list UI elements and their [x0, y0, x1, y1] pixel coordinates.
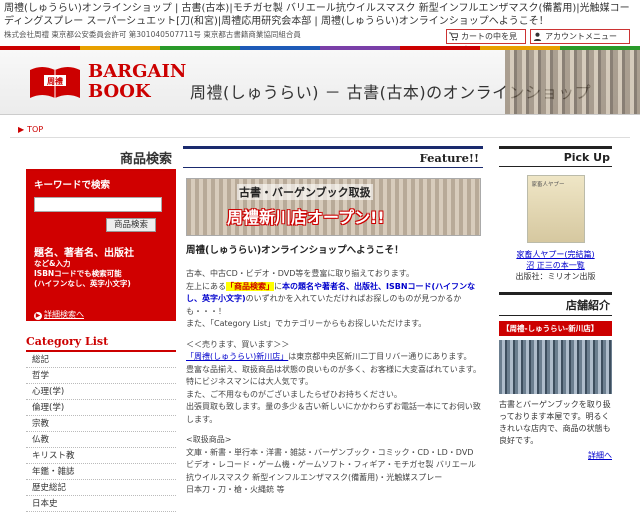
keyword-label: キーワードで検索 — [34, 180, 111, 191]
advanced-search-label: 詳細検索へ — [44, 310, 84, 319]
arrow-circle-icon: ▶ — [34, 312, 42, 320]
feature-heading: Feature!! — [183, 146, 483, 168]
main-content: Feature!! 古書・バーゲンブック取扱 周禮新川店オープン!! 周禮(しゅ… — [183, 146, 483, 497]
keyword-search-input[interactable] — [34, 197, 162, 212]
advanced-search-link[interactable]: ▶ 詳細検索へ — [34, 309, 84, 320]
search-highlight: 「商品検索」 — [226, 281, 274, 291]
left-sidebar: 商品検索 キーワードで検索 商品検索 題名、著者名、出版社 など&入力 ISBN… — [26, 146, 176, 512]
view-cart-button[interactable]: カートの中を見る — [446, 29, 526, 54]
category-item[interactable]: 総記 — [26, 352, 176, 368]
breadcrumb[interactable]: ▶ TOP — [18, 125, 43, 134]
triangle-right-icon: ▶ — [18, 125, 25, 134]
intro-text-a: 古本、中古CD・ビデオ・DVD等を豊富に取り揃えております。 — [186, 269, 414, 278]
user-icon — [533, 32, 542, 41]
pickup-author: 沼 正三の本一覧 — [499, 260, 612, 271]
company-license-line: 株式会社周禮 東京都公安委員会許可 第301040507711号 東京都古書籍商… — [4, 30, 301, 39]
products-text-c: 日本刀・刀・槍・火縄銃 等 — [186, 485, 285, 494]
pickup-author-suffix: の本一覧 — [552, 261, 585, 270]
hint-note-2: ISBNコードでも検索可能 — [34, 269, 122, 278]
pickup-cover-title: 家畜人ヤプー — [531, 182, 565, 188]
category-item[interactable]: 宗教 — [26, 416, 176, 432]
logo-mark-text: 周禮 — [47, 76, 63, 86]
store-opening-banner[interactable]: 古書・バーゲンブック取扱 周禮新川店オープン!! — [186, 178, 481, 236]
top-keyword-bar: 周禮(しゅうらい)オンラインショップ | 古書(古本)|モチガセ製 バリエール抗… — [4, 3, 630, 27]
right-sidebar: Pick Up 家畜人ヤプー 家畜人ヤプー(完結篇) 沼 正三の本一覧 出版社：… — [499, 146, 612, 461]
shinkawa-store-link[interactable]: 「周禮(しゅうらい)新川店」 — [186, 352, 288, 361]
search-button[interactable]: 商品検索 — [106, 218, 156, 232]
products-paragraph: <取扱商品> 文庫・新書・単行本・洋書・雑誌・バーゲンブック・コミック・CD・L… — [186, 434, 481, 497]
category-item[interactable]: 倫理(学) — [26, 400, 176, 416]
pickup-book-title[interactable]: 家畜人ヤプー(完結篇) — [499, 249, 612, 260]
account-menu-label: アカウントメニュー — [545, 32, 617, 41]
products-heading: <取扱商品> — [186, 435, 232, 444]
buy-sell-text-a: は東京都中央区新川二丁目リバー通りにあります。 — [288, 352, 472, 361]
products-text-a: 文庫・新書・単行本・洋書・雑誌・バーゲンブック・コミック・CD・LD・DVD — [186, 447, 474, 457]
intro-text-b: 左上にある — [186, 281, 226, 291]
intro-text-c: に — [274, 281, 282, 291]
divider — [10, 137, 630, 138]
intro-text-e: また、「Category List」でカテゴリーからもお探しいただけます。 — [186, 319, 427, 328]
logo-text[interactable]: BARGAIN BOOK — [88, 62, 186, 102]
search-heading: 商品検索 — [26, 146, 176, 171]
hint-note-1: など&入力 — [34, 259, 71, 268]
shop-name-badge: 【周禮-しゅうらい-新川店】 — [499, 321, 612, 336]
buy-sell-heading: ＜＜売ります、買います＞＞ — [186, 339, 290, 349]
category-item[interactable]: 仏教 — [26, 432, 176, 448]
pickup-book-cover[interactable]: 家畜人ヤプー — [526, 175, 585, 243]
hint-note-3: (ハイフンなし、英字小文字) — [34, 279, 131, 288]
shop-detail-link[interactable]: 詳細へ — [499, 450, 612, 461]
buy-sell-text-c: また、ご不用なものがございましたらぜひお持ちください。 — [186, 389, 402, 399]
breadcrumb-top[interactable]: TOP — [27, 125, 43, 134]
intro-paragraph: 古本、中古CD・ビデオ・DVD等を豊富に取り揃えております。 左上にある「商品検… — [186, 268, 481, 331]
products-text-b: ビデオ・レコード・ゲーム機・ゲームソフト・フィギア・モチガセ製 バリエール抗ウイ… — [186, 460, 476, 482]
category-list: 総記 哲学 心理(学) 倫理(学) 宗教 仏教 キリスト教 年鑑・雑誌 歴史総記… — [26, 352, 176, 512]
pickup-author-link[interactable]: 沼 正三 — [526, 261, 553, 270]
category-list-heading: Category List — [26, 335, 176, 352]
pickup-heading: Pick Up — [499, 146, 612, 167]
shop-interior-image — [499, 340, 612, 394]
banner-line-1: 古書・バーゲンブック取扱 — [237, 184, 373, 200]
buy-sell-text-d: 出張買取も致します。量の多少＆古い新しいにかかわらずお電話一本にてお伺い致します… — [186, 402, 481, 424]
buy-sell-text-b: 豊富な品揃え、取扱商品は状態の良いものが多く、お客様に大変喜ばれています。特にビ… — [186, 364, 481, 387]
site-header: 周禮 BARGAIN BOOK 周禮(しゅうらい) － 古書(古本)のオンライン… — [0, 50, 640, 115]
account-menu-button[interactable]: アカウントメニュー — [530, 29, 630, 44]
search-panel: キーワードで検索 商品検索 題名、著者名、出版社 など&入力 ISBNコードでも… — [26, 171, 176, 321]
category-item[interactable]: 歴史総記 — [26, 480, 176, 496]
header-bookshelf-image — [505, 50, 640, 114]
bargain-book-logo-icon[interactable]: 周禮 — [28, 62, 82, 102]
welcome-heading: 周禮(しゅうらい)オンラインショップへようこそ！ — [186, 245, 404, 256]
banner-line-2: 周禮新川店オープン!! — [227, 208, 385, 227]
category-item[interactable]: 日本史 — [26, 496, 176, 512]
buy-sell-paragraph: ＜＜売ります、買います＞＞ 「周禮(しゅうらい)新川店」は東京都中央区新川二丁目… — [186, 339, 481, 427]
category-item[interactable]: 心理(学) — [26, 384, 176, 400]
shop-heading: 店舗紹介 — [499, 292, 612, 316]
category-item[interactable]: キリスト教 — [26, 448, 176, 464]
pickup-publisher: 出版社：ミリオン出版 — [515, 272, 596, 281]
logo-line-2: BOOK — [88, 81, 151, 102]
logo-line-1: BARGAIN — [88, 61, 187, 82]
shop-description: 古書とバーゲンブックを取り扱っております本屋です。明るくきれいな店内で、商品の状… — [499, 400, 611, 445]
category-item[interactable]: 哲学 — [26, 368, 176, 384]
category-item[interactable]: 年鑑・雑誌 — [26, 464, 176, 480]
field-hint-label: 題名、著者名、出版社 — [34, 248, 134, 259]
cart-icon — [449, 32, 458, 41]
